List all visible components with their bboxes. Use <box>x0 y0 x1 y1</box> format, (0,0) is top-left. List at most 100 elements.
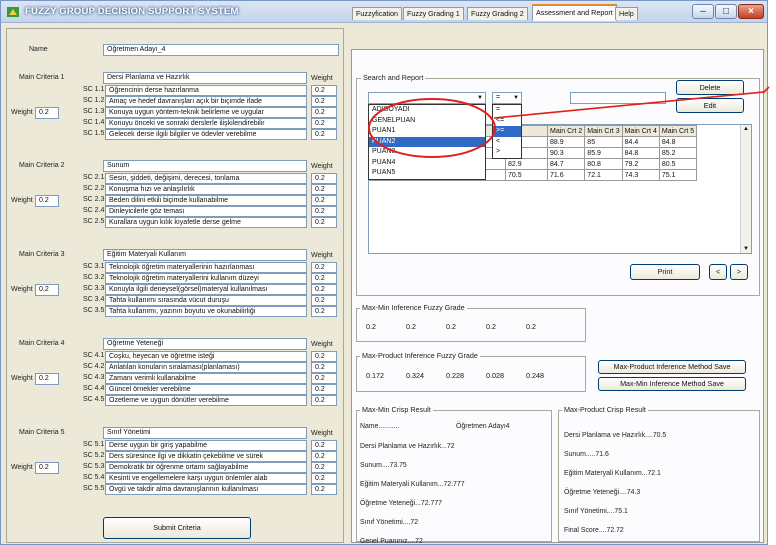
tab-assessment-report[interactable]: Assessment and Report <box>532 4 617 21</box>
sub-criteria-weight[interactable]: 0.2 <box>311 173 337 184</box>
tab-fuzzyfication[interactable]: Fuzzyfication <box>352 7 402 20</box>
sub-criteria-input[interactable]: Tahta kullanımı sırasında vücut duruşu <box>105 295 307 306</box>
sub-criteria-input[interactable]: Sesin, şiddeti, değişimi, derecesi, tonl… <box>105 173 307 184</box>
sub-criteria-code: SC 4.3 <box>83 374 105 381</box>
print-button[interactable]: Print <box>630 264 700 280</box>
sub-criteria-input[interactable]: Güncel örnekler verebilme <box>105 384 307 395</box>
maxproduct-grade-group <box>356 356 586 392</box>
main-weight-input[interactable]: 0.2 <box>35 195 59 207</box>
sub-criteria-input[interactable]: Ders süresince ilgi ve dikkatin çekebilm… <box>105 451 307 462</box>
sub-criteria-code: SC 4.2 <box>83 363 105 370</box>
main-criteria-input[interactable]: Öğretme Yeteneği <box>103 338 307 350</box>
main-criteria-label: Main Criteria 1 <box>19 74 65 81</box>
sub-criteria-weight[interactable]: 0.2 <box>311 306 337 317</box>
sub-criteria-weight[interactable]: 0.2 <box>311 184 337 195</box>
sub-criteria-weight[interactable]: 0.2 <box>311 129 337 140</box>
sub-criteria-weight[interactable]: 0.2 <box>311 96 337 107</box>
assessment-panel: Search and Report ▼ = ▼ Delete Edit Main… <box>351 49 765 545</box>
crisp-result-line: Sunum.....71.6 <box>564 451 609 458</box>
sub-criteria-code: SC 5.1 <box>83 441 105 448</box>
sub-criteria-weight[interactable]: 0.2 <box>311 118 337 129</box>
sub-criteria-input[interactable]: Konuşma hızı ve anlaşılırlık <box>105 184 307 195</box>
next-button[interactable]: > <box>730 264 748 280</box>
maxproduct-value: 0.248 <box>526 371 544 380</box>
sub-criteria-weight[interactable]: 0.2 <box>311 85 337 96</box>
sub-criteria-code: SC 5.5 <box>83 485 105 492</box>
sub-criteria-input[interactable]: Teknolojik öğretim materyallerini kullan… <box>105 273 307 284</box>
sub-criteria-weight[interactable]: 0.2 <box>311 351 337 362</box>
sub-criteria-weight[interactable]: 0.2 <box>311 451 337 462</box>
sub-criteria-input[interactable]: Anlatılan konuların sıralaması(planlamas… <box>105 362 307 373</box>
sub-criteria-input[interactable]: Demokratik bir öğrenme ortamı sağlayabil… <box>105 462 307 473</box>
delete-button[interactable]: Delete <box>676 80 744 95</box>
sub-criteria-weight[interactable]: 0.2 <box>311 284 337 295</box>
sub-criteria-input[interactable]: Derse uygun bir giriş yapabilme <box>105 440 307 451</box>
tab-fuzzy-grading-2[interactable]: Fuzzy Grading 2 <box>467 7 528 20</box>
sub-criteria-input[interactable]: Konuya uygun yöntem-teknik belirleme ve … <box>105 107 307 118</box>
sub-criteria-input[interactable]: Teknolojik öğretim materyallerinin hazır… <box>105 262 307 273</box>
maxproduct-value: 0.028 <box>486 371 504 380</box>
sub-criteria-code: SC 5.3 <box>83 463 105 470</box>
annotation-ellipse <box>368 98 496 158</box>
main-criteria-input[interactable]: Eğitim Materyali Kullanım <box>103 249 307 261</box>
save-min-button[interactable]: Max-Min Inference Method Save <box>598 377 746 391</box>
sub-criteria-weight[interactable]: 0.2 <box>311 107 337 118</box>
main-criteria-input[interactable]: Dersi Planlama ve Hazırlık <box>103 72 307 84</box>
sub-criteria-input[interactable]: Özetleme ve uygun dönütler verebilme <box>105 395 307 406</box>
sub-criteria-input[interactable]: Coşku, heyecan ve öğretme isteği <box>105 351 307 362</box>
main-criteria-input[interactable]: Sunum <box>103 160 307 172</box>
sub-criteria-code: SC 4.5 <box>83 396 105 403</box>
close-button[interactable]: × <box>738 4 764 19</box>
main-weight-input[interactable]: 0.2 <box>35 284 59 296</box>
sub-criteria-weight[interactable]: 0.2 <box>311 195 337 206</box>
sub-criteria-weight[interactable]: 0.2 <box>311 217 337 228</box>
minimize-button[interactable]: – <box>692 4 714 19</box>
sub-criteria-input[interactable]: Gelecek derse ilgili bilgiler ve ödevler… <box>105 129 307 140</box>
sub-criteria-input[interactable]: Övgü ve takdir alma davranışlarının kull… <box>105 484 307 495</box>
sub-criteria-weight[interactable]: 0.2 <box>311 473 337 484</box>
sub-criteria-input[interactable]: Dinleyicilerle göz teması <box>105 206 307 217</box>
main-criteria-input[interactable]: Sınıf Yönetimi <box>103 427 307 439</box>
sub-criteria-code: SC 2.3 <box>83 196 105 203</box>
sub-criteria-code: SC 3.3 <box>83 285 105 292</box>
sub-criteria-input[interactable]: Amaç ve hedef davranışları açık bir biçi… <box>105 96 307 107</box>
sub-criteria-weight[interactable]: 0.2 <box>311 206 337 217</box>
sub-criteria-weight[interactable]: 0.2 <box>311 384 337 395</box>
tab-fuzzy-grading-1[interactable]: Fuzzy Grading 1 <box>403 7 464 20</box>
sub-criteria-weight[interactable]: 0.2 <box>311 462 337 473</box>
tab-help[interactable]: Help <box>615 7 638 20</box>
maximize-button[interactable]: □ <box>715 4 737 19</box>
sub-criteria-code: SC 2.4 <box>83 207 105 214</box>
prev-button[interactable]: < <box>709 264 727 280</box>
crisp-result-line: Öğretme Yeteneği....74.3 <box>564 489 641 496</box>
submit-criteria-button[interactable]: Submit Criteria <box>103 517 251 539</box>
sub-criteria-input[interactable]: Tahta kullanımı, yazının boyutu ve okuna… <box>105 306 307 317</box>
sub-criteria-input[interactable]: Zamanı verimli kullanabilme <box>105 373 307 384</box>
main-weight-input[interactable]: 0.2 <box>35 373 59 385</box>
sub-criteria-input[interactable]: Kesinti ve engellemelere karşı uygun önl… <box>105 473 307 484</box>
sub-criteria-code: SC 2.5 <box>83 218 105 225</box>
minimize-icon: – <box>700 6 706 17</box>
sub-criteria-weight[interactable]: 0.2 <box>311 362 337 373</box>
sub-criteria-weight[interactable]: 0.2 <box>311 484 337 495</box>
main-weight-input[interactable]: 0.2 <box>35 107 59 119</box>
sub-criteria-input[interactable]: Kurallara uygun kılık kıyafetle derse ge… <box>105 217 307 228</box>
crisp-result-line: Final Score....72.72 <box>564 527 624 534</box>
save-product-button[interactable]: Max-Product Inference Method Save <box>598 360 746 374</box>
sub-criteria-weight[interactable]: 0.2 <box>311 262 337 273</box>
sub-criteria-code: SC 3.1 <box>83 263 105 270</box>
sub-criteria-weight[interactable]: 0.2 <box>311 295 337 306</box>
name-input[interactable]: Öğretmen Adayı_4 <box>103 44 339 56</box>
sub-criteria-weight[interactable]: 0.2 <box>311 440 337 451</box>
sub-criteria-input[interactable]: Beden dilini etkili biçimde kullanabilme <box>105 195 307 206</box>
sub-criteria-input[interactable]: Konuyla ilgili deneysel(görsel)materyal … <box>105 284 307 295</box>
sub-criteria-weight[interactable]: 0.2 <box>311 373 337 384</box>
sub-criteria-input[interactable]: Öğrencinin derse hazırlanma <box>105 85 307 96</box>
sub-criteria-input[interactable]: Konuyu önceki ve sonraki derslerle ilişk… <box>105 118 307 129</box>
sub-criteria-weight[interactable]: 0.2 <box>311 395 337 406</box>
main-weight-input[interactable]: 0.2 <box>35 462 59 474</box>
sub-criteria-weight[interactable]: 0.2 <box>311 273 337 284</box>
weight-header: Weight <box>311 163 333 170</box>
weight-header: Weight <box>311 75 333 82</box>
search-report-legend: Search and Report <box>361 73 426 82</box>
